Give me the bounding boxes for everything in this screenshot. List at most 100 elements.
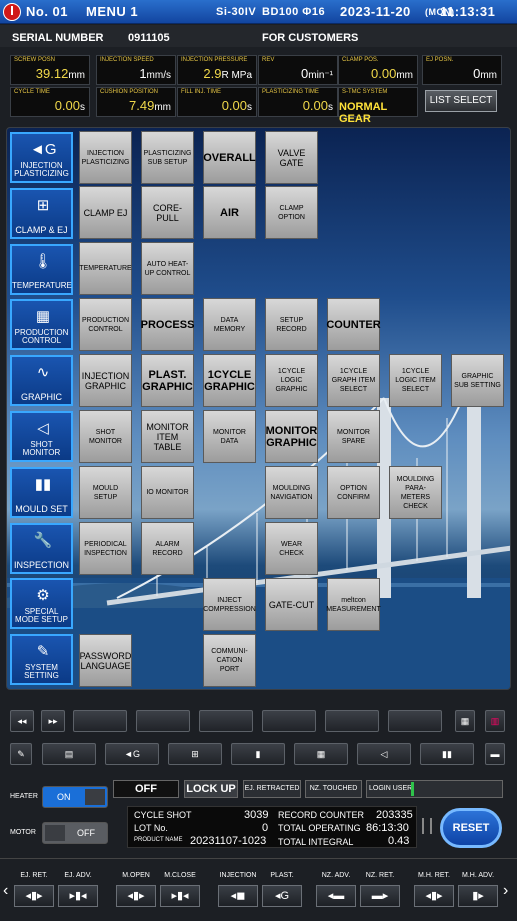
heater-knob — [85, 789, 105, 805]
monitor-item-button[interactable]: MONITOR ITEM TABLE — [141, 410, 194, 463]
bottom-key-plast[interactable]: ◂G — [262, 885, 302, 907]
graph-item-button[interactable]: 1CYCLE GRAPH ITEM SELECT — [327, 354, 380, 407]
air-button[interactable]: AIR — [203, 186, 256, 239]
plast-sub-button[interactable]: PLASTICIZING SUB SETUP — [141, 131, 194, 184]
soft-key[interactable] — [199, 710, 253, 732]
bottom-key-ej-ret[interactable]: ◂▮▸ — [14, 885, 54, 907]
meltcon-button[interactable]: meltcon MEASUREMENT — [326, 578, 381, 631]
option-confirm-button[interactable]: OPTION CONFIRM — [327, 466, 380, 519]
injection-plasticizing-button[interactable]: INJECTION PLASTICIZING — [79, 131, 132, 184]
setup-record-button[interactable]: SETUP RECORD — [265, 298, 318, 351]
gate-cut-button[interactable]: GATE-CUT — [265, 578, 318, 631]
stat-unit: min⁻¹ — [308, 70, 333, 81]
logic-item-button[interactable]: 1CYCLE LOGIC ITEM SELECT — [389, 354, 442, 407]
logic-graphic-button[interactable]: 1CYCLE LOGIC GRAPHIC — [265, 354, 318, 407]
monitor-graphic-button[interactable]: MONITOR GRAPHIC — [265, 410, 318, 463]
soft-key[interactable] — [136, 710, 190, 732]
soft-key[interactable] — [73, 710, 127, 732]
sidebar-item-temperature[interactable]: 🌡 TEMPERATURE — [10, 243, 73, 295]
sidebar-item-inspection[interactable]: 🔧 INSPECTION — [10, 522, 73, 574]
reset-button[interactable]: RESET — [440, 808, 502, 848]
sidebar-item-injection[interactable]: ◄G INJECTION PLASTICIZING — [10, 132, 73, 183]
lot-label: LOT No. — [134, 823, 168, 833]
grid-view-icon[interactable]: ▦ — [455, 710, 475, 732]
table-icon[interactable]: ▤ — [42, 743, 96, 765]
bottom-key-ej-adv[interactable]: ▸▮◂ — [58, 885, 98, 907]
overall-button[interactable]: OVERALL — [203, 131, 256, 184]
process-button[interactable]: PROCESS — [141, 298, 194, 351]
product-label: PRODUCT NAME — [134, 837, 183, 843]
stat-value: NORMAL GEAR — [339, 101, 414, 125]
first-page-button[interactable]: ◂◂ — [10, 710, 34, 732]
scroll-left-icon[interactable]: ‹ — [3, 882, 8, 900]
bottom-key-label: M.OPEN — [122, 872, 150, 879]
graphic-sub-button[interactable]: GRAPHIC SUB SETTING — [451, 354, 504, 407]
moulding-check-button[interactable]: MOULDING PARA-METERS CHECK — [389, 466, 442, 519]
bottom-key-nz-adv[interactable]: ◂▬ — [316, 885, 356, 907]
soft-key[interactable] — [388, 710, 442, 732]
product-value: 20231107-1023 — [190, 835, 267, 847]
injection-graphic-button[interactable]: INJECTION GRAPHIC — [79, 354, 132, 407]
sidebar-item-special-mode[interactable]: ⚙ SPECIAL MODE SETUP — [10, 578, 73, 630]
sidebar-item-system-setting[interactable]: ✎ SYSTEM SETTING — [10, 634, 73, 686]
stat-value: 1mm/s — [139, 66, 171, 81]
production-icon[interactable]: ▦ — [294, 743, 348, 765]
data-memory-button[interactable]: DATA MEMORY — [203, 298, 256, 351]
heater-toggle[interactable]: ON — [42, 786, 108, 808]
plast-graphic-button[interactable]: PLAST. GRAPHIC — [141, 354, 194, 407]
counter-button[interactable]: COUNTER — [326, 298, 381, 351]
alarm-icon[interactable] — [3, 3, 21, 21]
model-label: Si-30IV — [216, 6, 257, 18]
stat-box: REV 0min⁻¹ — [258, 55, 338, 85]
mould-icon[interactable]: ▮▮ — [420, 743, 474, 765]
list-select-button[interactable]: LIST SELECT — [425, 90, 497, 112]
sidebar-item-production[interactable]: ▦ PRODUCTION CONTROL — [10, 299, 73, 351]
monitor-spare-button[interactable]: MONITOR SPARE — [327, 410, 380, 463]
motor-toggle[interactable]: OFF — [42, 822, 108, 844]
stat-label: SCREW POSN — [14, 57, 56, 63]
soft-key[interactable] — [262, 710, 316, 732]
stat-box: CUSHION POSITION 7.49mm — [96, 87, 176, 117]
next-page-button[interactable]: ▸▸ — [41, 710, 65, 732]
sidebar-item-shot-monitor[interactable]: ◁ SHOT MONITOR — [10, 411, 73, 462]
monitor-data-button[interactable]: MONITOR DATA — [203, 410, 256, 463]
bottom-key-m-open[interactable]: ◂▮▸ — [116, 885, 156, 907]
sidebar-item-clamp-ej[interactable]: ⊞ CLAMP & EJ — [10, 187, 73, 239]
scroll-right-icon[interactable]: › — [503, 882, 508, 900]
sidebar-item-mould-set[interactable]: ▮▮ MOULD SET — [10, 466, 73, 518]
bottom-key-injection[interactable]: ◂◼ — [218, 885, 258, 907]
clamp-ej-button[interactable]: CLAMP EJ — [79, 186, 132, 239]
comm-port-button[interactable]: COMMUNI-CATION PORT — [203, 634, 256, 687]
password-button[interactable]: PASSWORD LANGUAGE — [79, 634, 132, 687]
screw-label: BD100 Φ16 — [262, 6, 326, 18]
periodical-button[interactable]: PERIODICAL INSPECTION — [79, 522, 132, 575]
temperature-button[interactable]: TEMPERATURE — [79, 242, 132, 295]
sidebar-item-graphic[interactable]: ∿ GRAPHIC — [10, 355, 73, 407]
injection-icon[interactable]: ◄G — [105, 743, 159, 765]
cycle-graphic-button[interactable]: 1CYCLE GRAPHIC — [203, 354, 256, 407]
valve-gate-button[interactable]: VALVE GATE — [265, 131, 318, 184]
production-control-button[interactable]: PRODUCTION CONTROL — [79, 298, 132, 351]
book-icon[interactable]: ▥ — [485, 710, 505, 732]
io-monitor-button[interactable]: IO MONITOR — [141, 466, 194, 519]
soft-key[interactable] — [325, 710, 379, 732]
shot-monitor-button[interactable]: SHOT MONITOR — [79, 410, 132, 463]
clamp-icon[interactable]: ⊞ — [168, 743, 222, 765]
wear-check-button[interactable]: WEAR CHECK — [265, 522, 318, 575]
core-pull-button[interactable]: CORE-PULL — [141, 186, 194, 239]
bottom-key-label: PLAST. — [270, 872, 294, 879]
clamp-option-button[interactable]: CLAMP OPTION — [265, 186, 318, 239]
window-icon[interactable]: ▬ — [485, 743, 505, 765]
auto-heat-button[interactable]: AUTO HEAT-UP CONTROL — [141, 242, 194, 295]
bottom-key-m-h-ret[interactable]: ◂▮▸ — [414, 885, 454, 907]
bottom-key-m-h-adv[interactable]: ▮▸ — [458, 885, 498, 907]
pencil-icon[interactable]: ✎ — [10, 743, 32, 765]
inject-comp-button[interactable]: INJECT COMPRESSION — [203, 578, 256, 631]
moulding-nav-button[interactable]: MOULDING NAVIGATION — [265, 466, 318, 519]
mould-setup-button[interactable]: MOULD SETUP — [79, 466, 132, 519]
bottom-key-nz-ret[interactable]: ▬▸ — [360, 885, 400, 907]
temperature-icon[interactable]: ▮ — [231, 743, 285, 765]
monitor-icon[interactable]: ◁ — [357, 743, 411, 765]
bottom-key-m-close[interactable]: ▸▮◂ — [160, 885, 200, 907]
alarm-record-button[interactable]: ALARM RECORD — [141, 522, 194, 575]
